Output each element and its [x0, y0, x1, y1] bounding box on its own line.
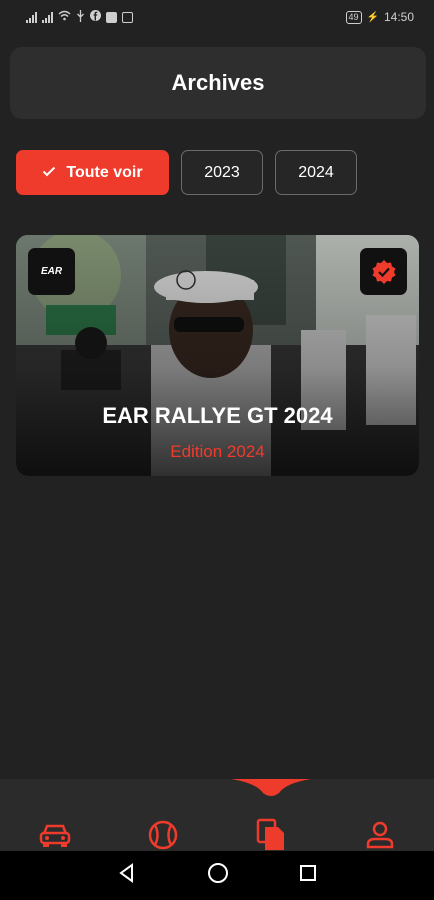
verified-badge [360, 248, 407, 295]
signal-icon [42, 11, 53, 23]
filter-chip-label: 2024 [298, 163, 334, 181]
usb-icon [76, 9, 85, 25]
battery-icon: 49 [345, 10, 362, 24]
page-title: Archives [171, 70, 265, 95]
logo-text: EAR [40, 265, 63, 277]
clock: 14:50 [383, 10, 414, 24]
archive-card[interactable]: EAR EAR RALLYE GT 2024 Edition 2024 [16, 235, 419, 476]
charging-icon: ⚡ [366, 11, 379, 23]
bottom-nav [0, 779, 434, 851]
notification-icon [106, 11, 117, 23]
filter-chip-label: Toute voir [66, 163, 143, 181]
home-icon[interactable] [207, 862, 229, 889]
recents-icon[interactable] [299, 864, 317, 887]
ball-icon [148, 820, 178, 850]
event-logo: EAR [28, 248, 75, 295]
nav-item-sport[interactable] [145, 817, 181, 853]
back-icon[interactable] [117, 863, 137, 888]
signal-icon [26, 11, 37, 23]
card-overlay [16, 235, 419, 476]
filter-chip-2024[interactable]: 2024 [275, 150, 357, 195]
card-title: EAR RALLYE GT 2024 [102, 403, 333, 428]
filter-chip-2023[interactable]: 2023 [181, 150, 263, 195]
check-icon [42, 164, 56, 182]
status-icons-right: 49 ⚡ 14:50 [345, 10, 414, 24]
nav-item-profile[interactable] [362, 817, 398, 853]
documents-icon [256, 818, 284, 850]
person-icon [366, 821, 394, 849]
verified-icon [372, 259, 395, 284]
instagram-icon [122, 11, 133, 23]
car-icon [39, 824, 71, 847]
filter-chip-all[interactable]: Toute voir [16, 150, 169, 195]
active-indicator [231, 779, 311, 796]
status-icons-left [26, 9, 133, 25]
wifi-icon [58, 10, 71, 24]
nav-item-archives[interactable] [253, 817, 289, 853]
status-bar: 49 ⚡ 14:50 [0, 0, 434, 34]
system-nav-bar [0, 851, 434, 900]
card-subtitle: Edition 2024 [170, 442, 265, 461]
facebook-icon [90, 10, 101, 24]
nav-item-car[interactable] [37, 817, 73, 853]
filter-chip-label: 2023 [204, 163, 240, 181]
page-header: Archives [10, 47, 426, 119]
filter-bar: Toute voir 2023 2024 [16, 150, 357, 195]
